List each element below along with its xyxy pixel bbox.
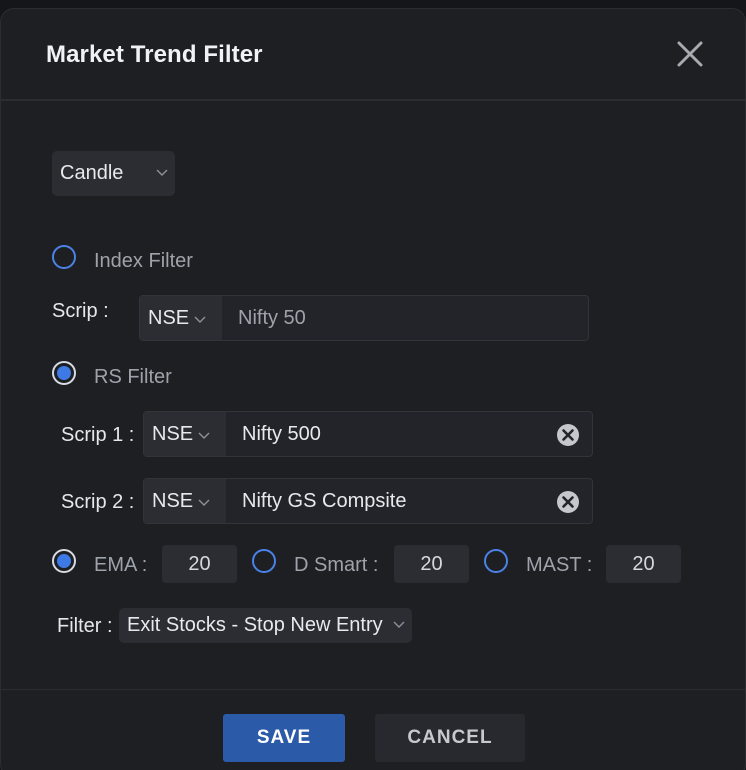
scrip1-field: NSE Nifty 500 [143, 411, 593, 457]
scrip2-input[interactable]: Nifty GS Compsite [226, 479, 592, 523]
market-trend-filter-dialog: Market Trend Filter Candle Index Filter … [0, 8, 746, 770]
rs-filter-radio[interactable] [52, 361, 76, 385]
scrip2-label: Scrip 2 : [61, 491, 135, 513]
clear-icon [557, 491, 579, 513]
scrip1-exchange-value: NSE [152, 422, 194, 445]
index-filter-label: Index Filter [94, 250, 193, 272]
dsmart-period-input[interactable]: 20 [394, 545, 469, 583]
dialog-header: Market Trend Filter [1, 9, 745, 101]
filter-select[interactable]: Exit Stocks - Stop New Entry [119, 608, 412, 643]
chevron-down-icon [393, 621, 405, 628]
scrip1-label: Scrip 1 : [61, 424, 135, 446]
ema-radio[interactable] [52, 549, 76, 573]
scrip2-clear-button[interactable] [556, 490, 580, 514]
close-button[interactable] [675, 39, 705, 69]
index-scrip-input[interactable]: Nifty 50 [222, 296, 588, 340]
chevron-down-icon [198, 432, 210, 439]
filter-value: Exit Stocks - Stop New Entry [127, 614, 383, 636]
dialog-title: Market Trend Filter [46, 41, 263, 68]
index-scrip-field: NSE Nifty 50 [139, 295, 589, 341]
rs-filter-label: RS Filter [94, 366, 172, 388]
index-exchange-value: NSE [148, 306, 190, 329]
close-icon [677, 41, 703, 67]
ema-period-input[interactable]: 20 [162, 545, 237, 583]
chevron-down-icon [156, 169, 168, 176]
mast-label: MAST : [526, 554, 593, 576]
index-exchange-select[interactable]: NSE [140, 296, 222, 340]
mast-period-input[interactable]: 20 [606, 545, 681, 583]
chevron-down-icon [198, 499, 210, 506]
chevron-down-icon [194, 316, 206, 323]
ema-label: EMA : [94, 554, 148, 576]
scrip2-field: NSE Nifty GS Compsite [143, 478, 593, 524]
dialog-body: Candle Index Filter Scrip : NSE Nifty 50… [1, 103, 745, 689]
dsmart-radio[interactable] [252, 549, 276, 573]
filter-label: Filter : [57, 615, 113, 637]
clear-icon [557, 424, 579, 446]
index-filter-radio[interactable] [52, 245, 76, 269]
dialog-footer: SAVE CANCEL [1, 689, 745, 770]
cancel-button[interactable]: CANCEL [375, 714, 525, 762]
scrip2-exchange-select[interactable]: NSE [144, 479, 226, 523]
chart-type-value: Candle [60, 162, 124, 184]
chart-type-select[interactable]: Candle [52, 151, 175, 196]
scrip2-exchange-value: NSE [152, 489, 194, 512]
mast-radio[interactable] [484, 549, 508, 573]
scrip1-clear-button[interactable] [556, 423, 580, 447]
scrip1-input[interactable]: Nifty 500 [226, 412, 592, 456]
scrip-label: Scrip : [52, 300, 109, 322]
dsmart-label: D Smart : [294, 554, 379, 576]
save-button[interactable]: SAVE [223, 714, 345, 762]
scrip1-exchange-select[interactable]: NSE [144, 412, 226, 456]
